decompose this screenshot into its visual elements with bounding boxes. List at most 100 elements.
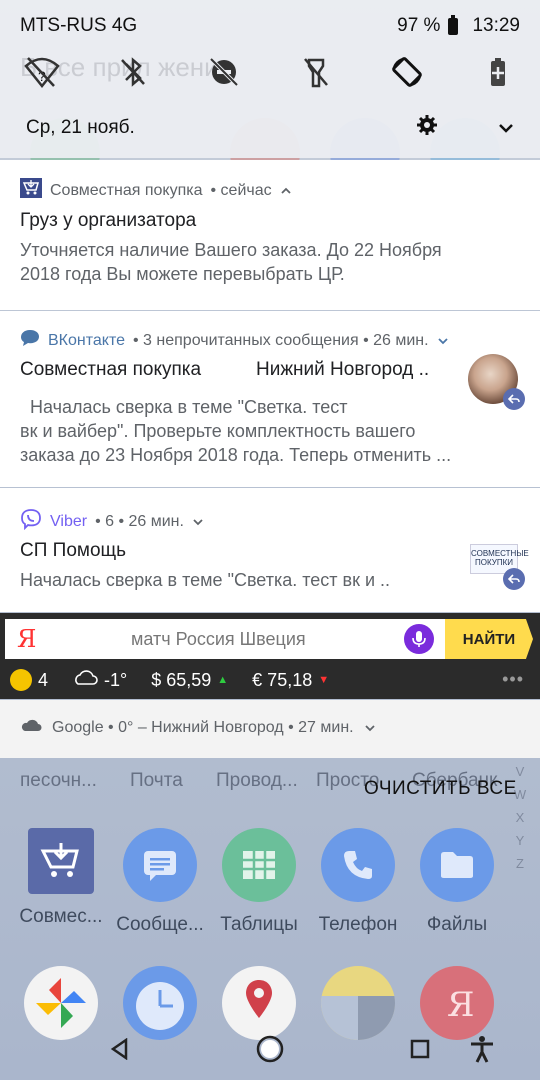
folder-icon — [420, 828, 494, 902]
notification-app-name: Viber — [50, 512, 88, 530]
yandex-search-field[interactable]: Я матч Россия Швеция — [5, 619, 445, 659]
notification-header: Viber • 6 • 26 мин. — [20, 508, 204, 535]
app-messages[interactable]: Сообще... — [110, 828, 210, 936]
notification-body: Началась сверка в теме "Светка. тест вк … — [20, 568, 390, 592]
chevron-down-icon[interactable] — [498, 117, 514, 139]
yandex-query[interactable]: матч Россия Швеция — [131, 629, 306, 650]
table-icon — [222, 828, 296, 902]
speech-bubble-icon — [20, 329, 40, 352]
app-sheets[interactable]: Таблицы — [209, 828, 309, 936]
notification-body-line: заказа до 23 Ноября 2018 года. Теперь от… — [20, 445, 452, 465]
chevron-up-icon[interactable] — [280, 182, 292, 200]
alphabet-letter[interactable]: Y — [510, 829, 530, 852]
date-row: Ср, 21 нояб. — [0, 106, 540, 150]
arrow-down-icon: ▼ — [318, 674, 330, 686]
microphone-icon[interactable] — [404, 624, 434, 654]
bluetooth-off-icon[interactable] — [111, 52, 155, 92]
notification-sovmestnaya[interactable]: Совместная покупка • сейчас Груз у орган… — [0, 160, 540, 310]
message-icon — [123, 828, 197, 902]
notification-title: Совместная покупка — [20, 359, 202, 380]
alphabet-letter[interactable]: X — [510, 806, 530, 829]
notification-vkontakte[interactable]: ВКонтакте • 3 непрочитанных сообщения • … — [0, 311, 540, 487]
weather-item[interactable]: -1° — [72, 670, 127, 691]
quick-settings-row: ? — [20, 50, 520, 94]
notification-body-line: Уточняется наличие Вашего заказа. До 22 … — [20, 240, 442, 260]
cart-app-icon — [28, 828, 94, 894]
google-weather-row: Google • 0° – Нижний Новгород • 27 мин. — [20, 718, 376, 737]
gear-icon[interactable] — [416, 114, 438, 142]
notification-title: Груз у организатора — [20, 210, 197, 231]
thumbnail-text: СОВМЕСТНЫЕ ПОКУПКИ — [471, 549, 529, 567]
notification-body-line: вк и вайбер". Проверьте комплектность ва… — [20, 421, 416, 441]
wifi-off-icon[interactable]: ? — [20, 52, 64, 92]
viber-icon — [20, 508, 42, 535]
battery-icon — [448, 14, 459, 35]
notification-header: Совместная покупка • сейчас — [20, 178, 292, 203]
phone-icon — [321, 828, 395, 902]
flashlight-off-icon[interactable] — [294, 52, 338, 92]
cloud-icon — [72, 669, 98, 691]
status-bar: MTS-RUS 4G 97 % 13:29 — [0, 0, 540, 52]
dnd-off-icon[interactable] — [202, 52, 246, 92]
home-app-label: Провод... — [216, 770, 298, 791]
arrow-up-icon: ▲ — [217, 674, 229, 686]
home-app-label: Почта — [130, 770, 183, 791]
notification-title-secondary: Нижний Новгород .. — [256, 359, 430, 380]
usd-value: $ 65,59 — [151, 669, 212, 690]
alphabet-letter[interactable]: Z — [510, 852, 530, 875]
notification-meta: • 6 • 26 мин. — [95, 512, 184, 530]
battery-saver-icon[interactable] — [476, 52, 520, 92]
yandex-logo: Я — [17, 625, 37, 653]
notification-body: Уточняется наличие Вашего заказа. До 22 … — [20, 238, 442, 286]
yandex-info-row: 4 -1° $ 65,59 ▲ € 75,18 ▼ — [10, 665, 353, 695]
chevron-down-icon[interactable] — [437, 332, 449, 350]
home-icon[interactable] — [252, 1032, 288, 1066]
eur-rate[interactable]: € 75,18 ▼ — [252, 670, 329, 691]
reply-icon[interactable] — [503, 568, 525, 590]
notification-body-line: Началась сверка в теме "Светка. тест вк … — [20, 570, 391, 590]
yandex-find-button[interactable]: НАЙТИ — [445, 619, 533, 659]
clock: 13:29 — [472, 15, 520, 36]
carrier-label: MTS-RUS 4G — [20, 15, 138, 36]
date-row-actions — [416, 114, 514, 142]
notification-app-name: ВКонтакте — [48, 331, 125, 349]
cart-app-icon — [20, 178, 42, 203]
notification-google-weather[interactable]: Google • 0° – Нижний Новгород • 27 мин. — [0, 700, 540, 758]
eur-value: € 75,18 — [252, 669, 313, 690]
chevron-down-icon[interactable] — [192, 513, 204, 531]
traffic-score[interactable]: 4 — [10, 669, 48, 691]
traffic-indicator-icon — [10, 669, 32, 691]
more-icon[interactable]: ••• — [502, 669, 524, 690]
app-label: Сообще... — [116, 914, 204, 935]
auto-rotate-icon[interactable] — [385, 52, 429, 92]
notification-app-name: Совместная покупка — [50, 181, 203, 199]
weather-value: -1° — [104, 669, 128, 690]
recents-icon[interactable] — [402, 1032, 438, 1066]
google-weather-text: Google • 0° – Нижний Новгород • 27 мин. — [52, 718, 354, 736]
cloud-icon — [20, 718, 42, 737]
notification-header: ВКонтакте • 3 непрочитанных сообщения • … — [20, 329, 449, 352]
clear-all-button[interactable]: ОЧИСТИТЬ ВСЕ — [364, 778, 517, 800]
navigation-bar — [0, 1018, 540, 1080]
status-bar-right: 97 % 13:29 — [397, 14, 520, 37]
app-files[interactable]: Файлы — [407, 828, 507, 936]
date-label: Ср, 21 нояб. — [26, 117, 135, 138]
battery-percent: 97 % — [397, 15, 441, 36]
traffic-value: 4 — [38, 669, 49, 690]
app-label: Совмес... — [19, 906, 103, 927]
notification-viber[interactable]: Viber • 6 • 26 мин. СП Помощь СОВМЕСТНЫЕ… — [0, 488, 540, 612]
notification-title: СП Помощь — [20, 540, 127, 561]
chevron-down-icon[interactable] — [364, 719, 376, 737]
notification-meta: • сейчас — [210, 181, 272, 199]
usd-rate[interactable]: $ 65,59 ▲ — [151, 670, 228, 691]
yandex-search-widget: Я матч Россия Швеция НАЙТИ 4 -1° $ 65,59… — [0, 613, 540, 699]
notification-meta: • 3 непрочитанных сообщения • 26 мин. — [133, 331, 429, 349]
app-label: Файлы — [426, 914, 488, 935]
app-sovmestnaya[interactable]: Совмес... — [11, 828, 111, 928]
app-label: Телефон — [318, 914, 398, 935]
accessibility-icon[interactable] — [464, 1032, 500, 1066]
reply-icon[interactable] — [503, 388, 525, 410]
back-icon[interactable] — [102, 1032, 138, 1066]
app-phone[interactable]: Телефон — [308, 828, 408, 936]
notification-body-line: Началась сверка в теме "Светка. тест — [20, 397, 348, 417]
